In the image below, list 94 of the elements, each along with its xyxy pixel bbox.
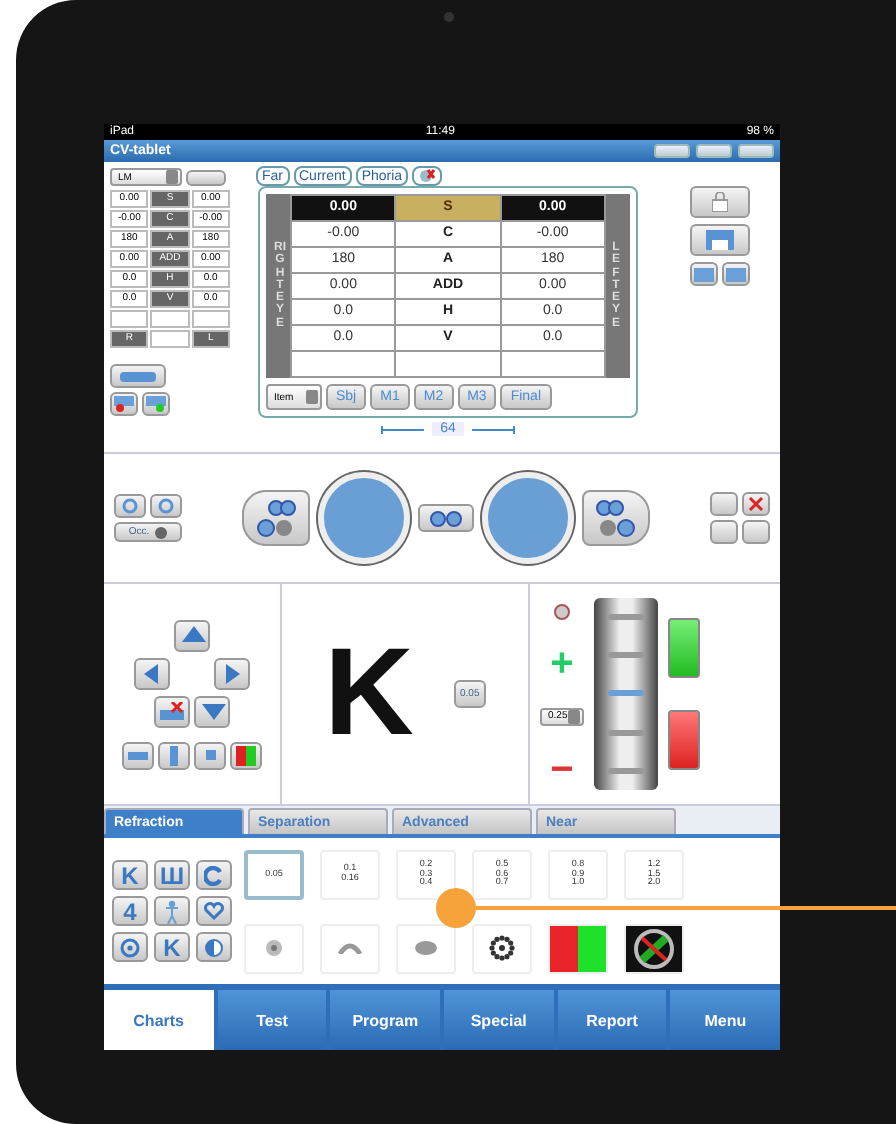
dot-pattern-icon bbox=[488, 934, 516, 962]
nav-tab[interactable]: Report bbox=[557, 990, 667, 1050]
pd-left-arrow bbox=[380, 425, 425, 433]
minus-sign: − bbox=[550, 753, 574, 785]
vertical-mask-button[interactable] bbox=[158, 741, 190, 769]
close-icon bbox=[418, 168, 437, 182]
ring-icon bbox=[122, 498, 138, 514]
adjust-wheel[interactable] bbox=[594, 598, 658, 790]
up-arrow-button[interactable] bbox=[174, 619, 210, 651]
screen-button[interactable] bbox=[722, 262, 750, 286]
close-icon bbox=[748, 496, 764, 512]
cross-circle-chart-icon bbox=[626, 925, 682, 971]
mask-off-button[interactable] bbox=[154, 695, 190, 727]
table-cell bbox=[110, 310, 149, 328]
nav-tab[interactable]: Menu bbox=[670, 990, 780, 1050]
zoom-in-button[interactable] bbox=[742, 520, 770, 544]
heart-icon bbox=[204, 902, 224, 920]
down-arrow-button[interactable] bbox=[194, 695, 230, 727]
pencil-button[interactable] bbox=[710, 492, 738, 516]
lock-button[interactable] bbox=[690, 186, 750, 218]
symbol-button[interactable]: K bbox=[154, 932, 190, 962]
duochrome-button[interactable] bbox=[230, 741, 262, 769]
lock-icon bbox=[712, 192, 728, 212]
transfer-button[interactable] bbox=[110, 364, 166, 388]
save-icon bbox=[706, 230, 734, 250]
power-button[interactable] bbox=[738, 144, 774, 158]
symbol-button[interactable] bbox=[154, 896, 190, 926]
chart-letter: K bbox=[324, 632, 414, 756]
triangle-icon bbox=[178, 622, 206, 648]
pattern-button[interactable] bbox=[472, 923, 532, 973]
nav-tab[interactable]: Special bbox=[444, 990, 554, 1050]
split-square-icon bbox=[236, 745, 256, 765]
right-arrow-button[interactable] bbox=[214, 657, 250, 689]
save-button[interactable] bbox=[690, 224, 750, 256]
half-circle-icon bbox=[204, 937, 224, 957]
pd-right-arrow bbox=[471, 425, 516, 433]
plus-button[interactable] bbox=[668, 618, 700, 678]
nav-tab[interactable]: Charts bbox=[104, 990, 214, 1050]
target-icon bbox=[264, 938, 284, 958]
symbol-button[interactable] bbox=[196, 896, 232, 926]
table-cell bbox=[150, 330, 190, 348]
eye-toggle-button[interactable] bbox=[150, 494, 182, 518]
bar-icon bbox=[120, 371, 156, 381]
nav-tab[interactable]: Test bbox=[217, 990, 327, 1050]
horizontal-mask-button[interactable] bbox=[122, 741, 154, 769]
arch-icon bbox=[338, 942, 362, 954]
right-marker-button[interactable] bbox=[142, 392, 170, 416]
left-eye-button[interactable] bbox=[582, 490, 650, 546]
both-eyes-button[interactable] bbox=[418, 504, 474, 532]
table-cell bbox=[191, 310, 230, 328]
eye-toggle-button[interactable] bbox=[114, 494, 146, 518]
lenses-icon bbox=[428, 509, 464, 527]
symbol-button[interactable] bbox=[112, 932, 148, 962]
symbol-button[interactable] bbox=[196, 932, 232, 962]
symbol-button[interactable]: 4 bbox=[112, 896, 148, 926]
minus-button[interactable] bbox=[668, 710, 700, 770]
table-cell bbox=[396, 352, 500, 376]
right-eye-button[interactable] bbox=[242, 490, 310, 546]
clear-button[interactable] bbox=[412, 166, 443, 186]
bar-icon bbox=[170, 745, 178, 765]
table-cell bbox=[150, 310, 190, 328]
left-arrow-button[interactable] bbox=[134, 657, 170, 689]
square-icon bbox=[205, 750, 215, 760]
bar-icon bbox=[128, 751, 148, 759]
duochrome-chart-icon bbox=[550, 925, 606, 971]
screen-button[interactable] bbox=[690, 262, 718, 286]
plus-sign: + bbox=[550, 647, 574, 679]
target-ring-icon bbox=[120, 937, 140, 957]
toggle-button[interactable] bbox=[186, 169, 226, 185]
settings-button[interactable] bbox=[696, 144, 732, 158]
single-mask-button[interactable] bbox=[194, 741, 226, 769]
nav-tab[interactable]: Program bbox=[330, 990, 441, 1050]
table-cell bbox=[292, 352, 395, 376]
left-lens-circle[interactable] bbox=[482, 472, 574, 564]
oval-icon bbox=[414, 940, 438, 956]
ring-icon bbox=[158, 498, 174, 514]
erase-button[interactable] bbox=[742, 492, 770, 516]
person-icon bbox=[164, 899, 180, 923]
table-cell bbox=[501, 352, 604, 376]
lenses-icon bbox=[594, 498, 638, 538]
ring-icon bbox=[204, 865, 224, 885]
symbol-button[interactable] bbox=[196, 860, 232, 890]
camera-dot bbox=[444, 12, 454, 22]
right-lens-circle[interactable] bbox=[318, 472, 410, 564]
symbol-button[interactable]: K bbox=[112, 860, 148, 890]
disc-icon bbox=[153, 525, 168, 539]
lenses-icon bbox=[254, 498, 298, 538]
zoom-out-button[interactable] bbox=[710, 520, 738, 544]
mask-off-icon bbox=[160, 701, 184, 721]
symbol-button[interactable]: Ш bbox=[154, 860, 190, 890]
triangle-icon bbox=[198, 698, 226, 724]
left-marker-button[interactable] bbox=[110, 392, 138, 416]
help-button[interactable] bbox=[654, 144, 690, 158]
pattern-button[interactable] bbox=[624, 923, 684, 973]
